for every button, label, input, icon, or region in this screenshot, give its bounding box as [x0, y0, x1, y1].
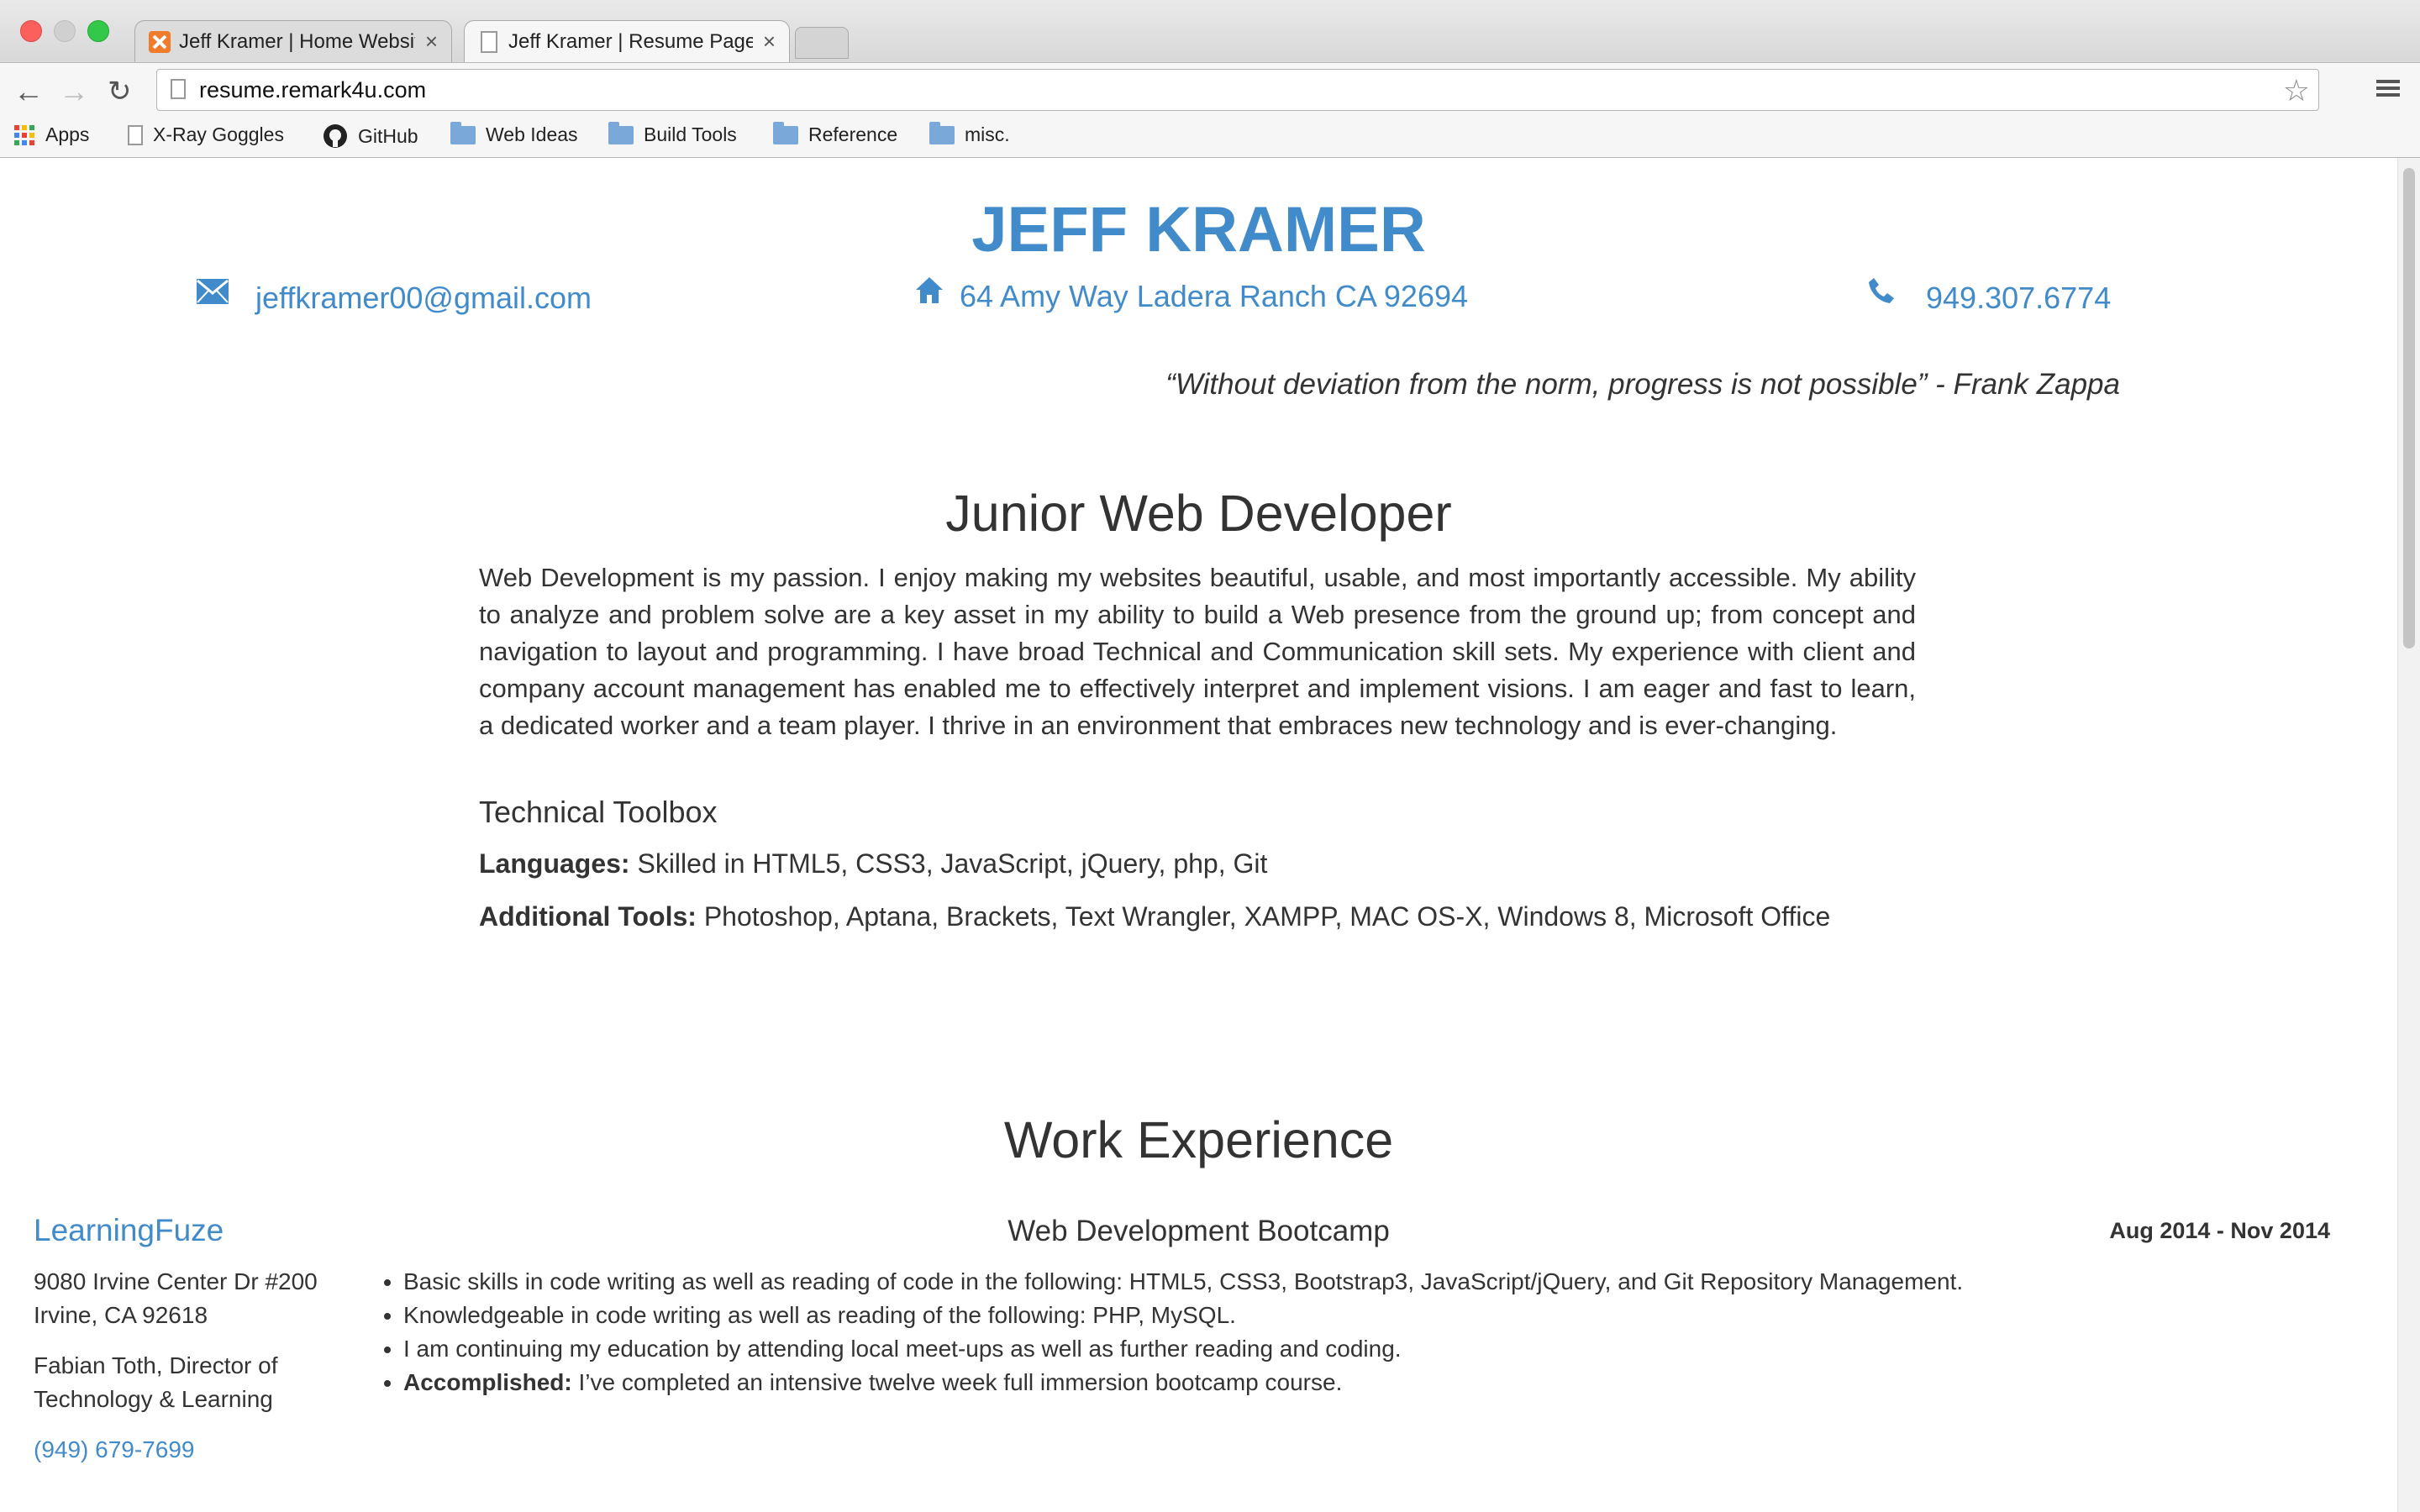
- tab-home-website[interactable]: Jeff Kramer | Home Website ×: [134, 20, 452, 62]
- tools-label: Additional Tools:: [479, 901, 697, 932]
- bookmark-web-ideas[interactable]: Web Ideas: [450, 121, 578, 146]
- contact-line: Technology & Learning: [34, 1386, 273, 1412]
- reload-icon[interactable]: ↻: [108, 76, 132, 107]
- toolbox-heading: Technical Toolbox: [479, 795, 718, 829]
- accomplished-label: Accomplished:: [403, 1369, 572, 1395]
- bookmark-build-tools[interactable]: Build Tools: [608, 121, 737, 146]
- quote: “Without deviation from the norm, progre…: [1165, 368, 2120, 401]
- bookmark-star-icon[interactable]: ☆: [2283, 73, 2310, 108]
- page-icon: [171, 79, 186, 99]
- company-contact: Fabian Toth, Director of Technology & Le…: [34, 1349, 278, 1416]
- address-line: 9080 Irvine Center Dr #200: [34, 1268, 318, 1294]
- languages-line: Languages: Skilled in HTML5, CSS3, JavaS…: [479, 848, 1267, 879]
- job-dates: Aug 2014 - Nov 2014: [2109, 1218, 2330, 1243]
- page-title: JEFF KRAMER: [971, 194, 1426, 265]
- close-tab-icon[interactable]: ×: [425, 29, 438, 55]
- languages-label: Languages:: [479, 848, 630, 879]
- job-bullets: Basic skills in code writing as well as …: [376, 1265, 2336, 1399]
- list-item: Knowledgeable in code writing as well as…: [403, 1299, 2336, 1332]
- summary-text: Web Development is my passion. I enjoy m…: [479, 563, 1916, 740]
- address-line: Irvine, CA 92618: [34, 1302, 208, 1328]
- list-item: I am continuing my education by attendin…: [403, 1332, 2336, 1366]
- phone-link[interactable]: 949.307.6774: [1926, 281, 2111, 316]
- close-window-button[interactable]: [20, 20, 42, 42]
- bookmarks-bar: Apps X-Ray Goggles GitHub Web Ideas Buil…: [0, 118, 2420, 158]
- folder-icon: [929, 121, 955, 144]
- envelope-icon: [197, 279, 229, 308]
- new-tab-button[interactable]: [795, 27, 849, 59]
- bookmark-label: GitHub: [358, 124, 418, 147]
- address-bar[interactable]: resume.remark4u.com ☆: [156, 69, 2319, 111]
- tab-title: Jeff Kramer | Home Website: [179, 29, 415, 53]
- bookmark-misc[interactable]: misc.: [929, 121, 1010, 146]
- folder-icon: [450, 121, 476, 144]
- address-text: 64 Amy Way Ladera Ranch CA 92694: [960, 279, 1469, 313]
- bookmark-label: Reference: [808, 123, 898, 145]
- languages-value: Skilled in HTML5, CSS3, JavaScript, jQue…: [637, 848, 1268, 879]
- summary-heading: Junior Web Developer: [945, 485, 1452, 542]
- bookmark-label: misc.: [965, 123, 1010, 145]
- bookmark-apps[interactable]: Apps: [13, 123, 89, 146]
- bookmark-label: Web Ideas: [486, 123, 578, 145]
- folder-icon: [773, 121, 798, 144]
- list-item: Accomplished: I’ve completed an intensiv…: [403, 1366, 2336, 1399]
- bookmark-label: X-Ray Goggles: [153, 123, 284, 145]
- home-icon: [914, 276, 944, 308]
- page-scrollbar[interactable]: [2397, 158, 2420, 1512]
- back-arrow-icon[interactable]: ←: [13, 76, 44, 107]
- list-item: Basic skills in code writing as well as …: [403, 1265, 2336, 1299]
- resume-page: JEFF KRAMER jeffkramer00@gmail.com 64 Am…: [0, 158, 2397, 1512]
- phone-icon: [1867, 276, 1896, 309]
- zoom-window-button[interactable]: [87, 20, 109, 42]
- tab-resume-page[interactable]: Jeff Kramer | Resume Page ×: [464, 20, 790, 62]
- url-text[interactable]: resume.remark4u.com: [199, 77, 426, 103]
- contact-line: Fabian Toth, Director of: [34, 1352, 278, 1378]
- xampp-icon: [149, 30, 171, 54]
- email-link[interactable]: jeffkramer00@gmail.com: [255, 281, 592, 316]
- minimize-window-button[interactable]: [54, 20, 76, 42]
- bookmark-label: Apps: [45, 123, 90, 145]
- bookmark-reference[interactable]: Reference: [773, 121, 898, 146]
- bookmark-x-ray-goggles[interactable]: X-Ray Goggles: [128, 123, 284, 146]
- folder-icon: [608, 121, 634, 144]
- menu-icon[interactable]: [2375, 75, 2402, 106]
- browser-tab-strip: Jeff Kramer | Home Website × Jeff Kramer…: [0, 0, 2420, 63]
- bookmark-label: Build Tools: [644, 123, 737, 145]
- bookmark-github[interactable]: GitHub: [323, 123, 418, 149]
- company-phone-link[interactable]: (949) 679-7699: [34, 1436, 194, 1463]
- tab-title: Jeff Kramer | Resume Page: [508, 29, 753, 53]
- apps-grid-icon: [13, 124, 35, 146]
- company-address: 9080 Irvine Center Dr #200 Irvine, CA 92…: [34, 1265, 318, 1332]
- tools-line: Additional Tools: Photoshop, Aptana, Bra…: [479, 901, 1830, 932]
- tools-value: Photoshop, Aptana, Brackets, Text Wrangl…: [703, 901, 1831, 932]
- accomplished-text: I’ve completed an intensive twelve week …: [578, 1369, 1343, 1395]
- document-icon: [128, 124, 143, 145]
- job-title: Web Development Bootcamp: [1007, 1215, 1390, 1247]
- work-heading: Work Experience: [1003, 1111, 1394, 1168]
- close-tab-icon[interactable]: ×: [763, 29, 776, 55]
- forward-arrow-icon[interactable]: →: [59, 76, 89, 107]
- scrollbar-thumb[interactable]: [2403, 168, 2415, 648]
- document-icon: [478, 30, 500, 54]
- github-icon: [323, 123, 348, 149]
